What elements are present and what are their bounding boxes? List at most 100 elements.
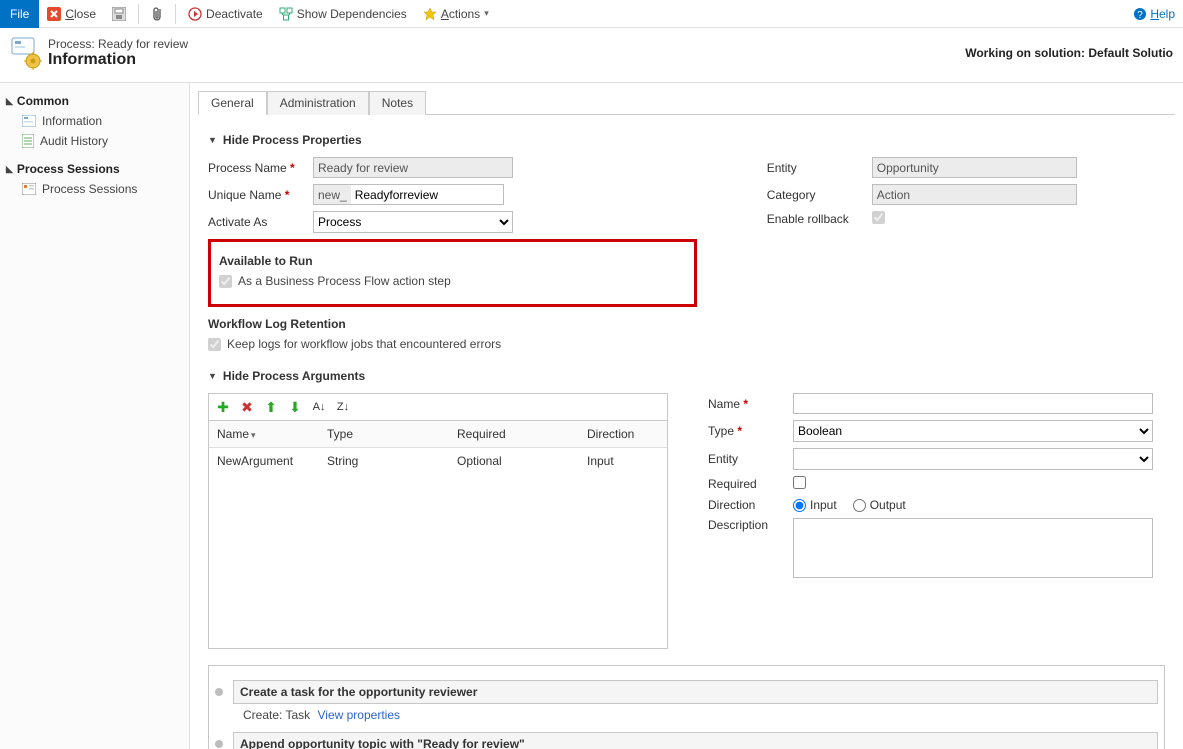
arg-required-label: Required [708,477,793,491]
arg-required-checkbox[interactable] [793,476,806,489]
toggle-process-properties[interactable]: ▼ Hide Process Properties [208,133,1165,147]
entity-label: Entity [767,161,872,175]
cell-type: String [319,448,449,474]
arg-type-label: Type [708,424,793,438]
dependencies-icon [279,7,293,21]
paperclip-icon [151,6,163,22]
arguments-grid-row[interactable]: NewArgument String Optional Input [209,448,667,474]
col-name[interactable]: Name [209,421,319,447]
left-nav: ◣ Common Information Audit History ◣ Pro… [0,83,190,749]
col-type[interactable]: Type [319,421,449,447]
cell-required: Optional [449,448,579,474]
arg-name-label: Name [708,397,793,411]
svg-text:?: ? [1138,10,1144,21]
enable-rollback-checkbox[interactable] [872,211,885,224]
arg-entity-select[interactable] [793,448,1153,470]
step-row[interactable]: Create a task for the opportunity review… [215,680,1158,704]
nav-group-common[interactable]: ◣ Common [0,91,189,111]
bpf-action-step-checkbox[interactable] [219,275,232,288]
help-link[interactable]: ? Help [1133,7,1183,21]
collapse-icon: ◣ [6,164,13,175]
step-title[interactable]: Append opportunity topic with "Ready for… [233,732,1158,749]
col-direction[interactable]: Direction [579,421,667,447]
tab-notes[interactable]: Notes [369,91,426,115]
cell-name: NewArgument [209,448,319,474]
arguments-grid-header[interactable]: Name Type Required Direction [209,421,667,448]
show-dependencies-button[interactable]: Show Dependencies [271,0,415,28]
nav-item-process-sessions[interactable]: Process Sessions [0,179,189,199]
form-icon [22,115,36,127]
chevron-down-icon: ▼ [208,135,217,145]
category-label: Category [767,188,872,202]
step-title[interactable]: Create a task for the opportunity review… [233,680,1158,704]
deactivate-button[interactable]: Deactivate [180,0,271,28]
sessions-icon [22,183,36,195]
save-and-close-button[interactable] [104,0,134,28]
collapse-icon: ◣ [6,96,13,107]
nav-item-label: Information [42,114,102,128]
page-header: Process: Ready for review Information Wo… [0,28,1183,83]
page-title: Information [48,51,188,69]
arg-description-label: Description [708,518,793,532]
help-icon: ? [1133,7,1147,21]
col-required[interactable]: Required [449,421,579,447]
workflow-steps: Create a task for the opportunity review… [208,665,1165,749]
separator [175,4,176,24]
solution-indicator: Working on solution: Default Solutio [965,46,1173,60]
arguments-grid: Name Type Required Direction NewArgument… [208,421,668,649]
nav-item-audit-history[interactable]: Audit History [0,131,189,151]
chevron-down-icon: ▼ [208,371,217,381]
delete-argument-icon[interactable]: ✖ [239,399,255,416]
entity-field: Opportunity [872,157,1077,178]
process-name-label: Process Name [208,161,313,175]
deactivate-icon [188,7,202,21]
move-up-icon[interactable]: ⬆ [263,399,279,416]
unique-name-prefix: new_ [313,184,351,205]
actions-menu[interactable]: Actions ▾ [415,0,497,28]
nav-item-label: Audit History [40,134,108,148]
arg-name-input[interactable] [793,393,1153,414]
keep-logs-checkbox[interactable] [208,338,221,351]
step-bullet-icon [215,688,223,696]
nav-item-information[interactable]: Information [0,111,189,131]
chevron-down-icon: ▾ [484,8,489,19]
sort-asc-icon[interactable]: A↓ [311,401,327,413]
activate-as-label: Activate As [208,215,313,229]
unique-name-input[interactable] [351,184,504,205]
close-button[interactable]: Close [39,0,104,28]
arg-entity-label: Entity [708,452,793,466]
add-argument-icon[interactable]: ✚ [215,399,231,416]
document-icon [22,134,34,148]
nav-item-label: Process Sessions [42,182,137,196]
sort-desc-icon[interactable]: Z↓ [335,401,351,413]
arg-description-textarea[interactable] [793,518,1153,578]
unique-name-field[interactable]: new_ [313,184,697,205]
unique-name-label: Unique Name [208,188,313,202]
cell-direction: Input [579,448,667,474]
view-properties-link[interactable]: View properties [318,708,401,722]
available-to-run-highlight: Available to Run As a Business Process F… [208,239,697,307]
arg-type-select[interactable]: Boolean [793,420,1153,442]
direction-output-radio[interactable]: Output [853,498,906,512]
save-icon [112,7,126,21]
close-icon [47,7,61,21]
activate-as-select[interactable]: Process [313,211,513,233]
workflow-log-retention-header: Workflow Log Retention [208,317,697,331]
nav-group-process-sessions[interactable]: ◣ Process Sessions [0,159,189,179]
attach-button[interactable] [143,0,171,28]
direction-input-radio[interactable]: Input [793,498,837,512]
step-row[interactable]: Append opportunity topic with "Ready for… [215,732,1158,749]
file-menu[interactable]: File [0,0,39,28]
separator [138,4,139,24]
content-pane: General Administration Notes ▼ Hide Proc… [190,83,1183,749]
toggle-process-arguments[interactable]: ▼ Hide Process Arguments [208,369,1165,383]
category-field: Action [872,184,1077,205]
tab-general[interactable]: General [198,91,267,115]
bpf-action-step-label: As a Business Process Flow action step [238,274,451,288]
tab-bar: General Administration Notes [198,91,1183,115]
available-to-run-header: Available to Run [219,254,686,268]
process-icon [10,36,44,70]
tab-administration[interactable]: Administration [267,91,369,115]
step-detail: Create: Task View properties [215,706,1158,732]
move-down-icon[interactable]: ⬇ [287,399,303,416]
